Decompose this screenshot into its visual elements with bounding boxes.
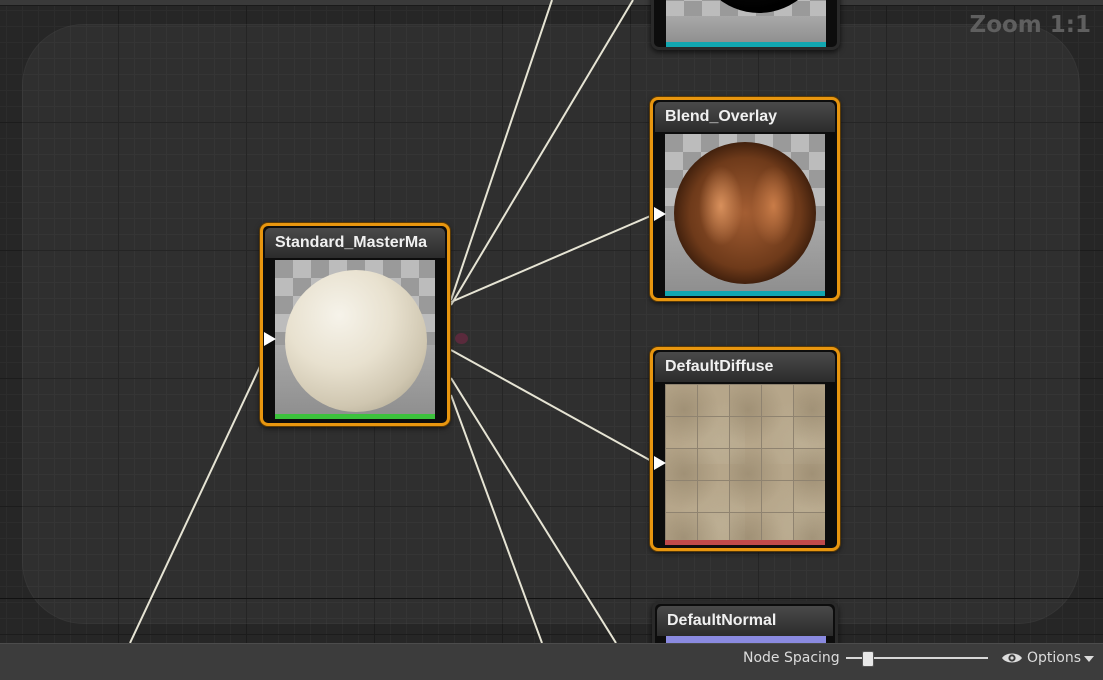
wire (129, 359, 264, 643)
input-pin-icon[interactable] (264, 332, 276, 346)
node-title: Blend_Overlay (655, 102, 835, 132)
node-preview (666, 636, 826, 643)
node-output-strip (665, 540, 825, 545)
bottom-toolbar: Node Spacing Options (0, 643, 1103, 680)
input-pin-icon[interactable] (654, 207, 666, 221)
texture-node-default-normal[interactable]: DefaultNormal (652, 601, 838, 643)
node-preview (665, 134, 825, 292)
wire (450, 394, 543, 643)
node-preview (275, 260, 435, 415)
node-output-strip (666, 42, 826, 47)
node-output-strip (665, 291, 825, 296)
node-output-strip (275, 414, 435, 419)
node-preview (665, 384, 825, 540)
eye-icon[interactable] (1001, 651, 1023, 665)
output-pin-icon[interactable] (455, 333, 468, 344)
wire (450, 0, 634, 306)
graph-canvas[interactable]: Zoom 1:1 Standard_MasterMa Blend_Overlay… (0, 0, 1103, 643)
material-node-standard-master[interactable]: Standard_MasterMa (260, 223, 450, 426)
node-preview (666, 0, 826, 43)
material-node-blend-overlay[interactable]: Blend_Overlay (650, 97, 840, 301)
texture-node-default-diffuse[interactable]: DefaultDiffuse (650, 347, 840, 551)
wire (450, 377, 617, 643)
node-spacing-label: Node Spacing (743, 650, 840, 666)
node-title: DefaultNormal (657, 606, 833, 636)
wire (450, 213, 656, 303)
node-title: Standard_MasterMa (265, 228, 445, 258)
material-node-top[interactable] (651, 0, 840, 50)
wire (450, 349, 656, 464)
input-pin-icon[interactable] (654, 456, 666, 470)
wires-layer (129, 0, 656, 643)
node-title: DefaultDiffuse (655, 352, 835, 382)
wire (450, 0, 553, 301)
options-button[interactable]: Options (1027, 650, 1081, 666)
chevron-down-icon[interactable] (1084, 656, 1094, 662)
zoom-indicator: Zoom 1:1 (969, 12, 1091, 38)
node-spacing-slider-handle[interactable] (862, 651, 874, 667)
